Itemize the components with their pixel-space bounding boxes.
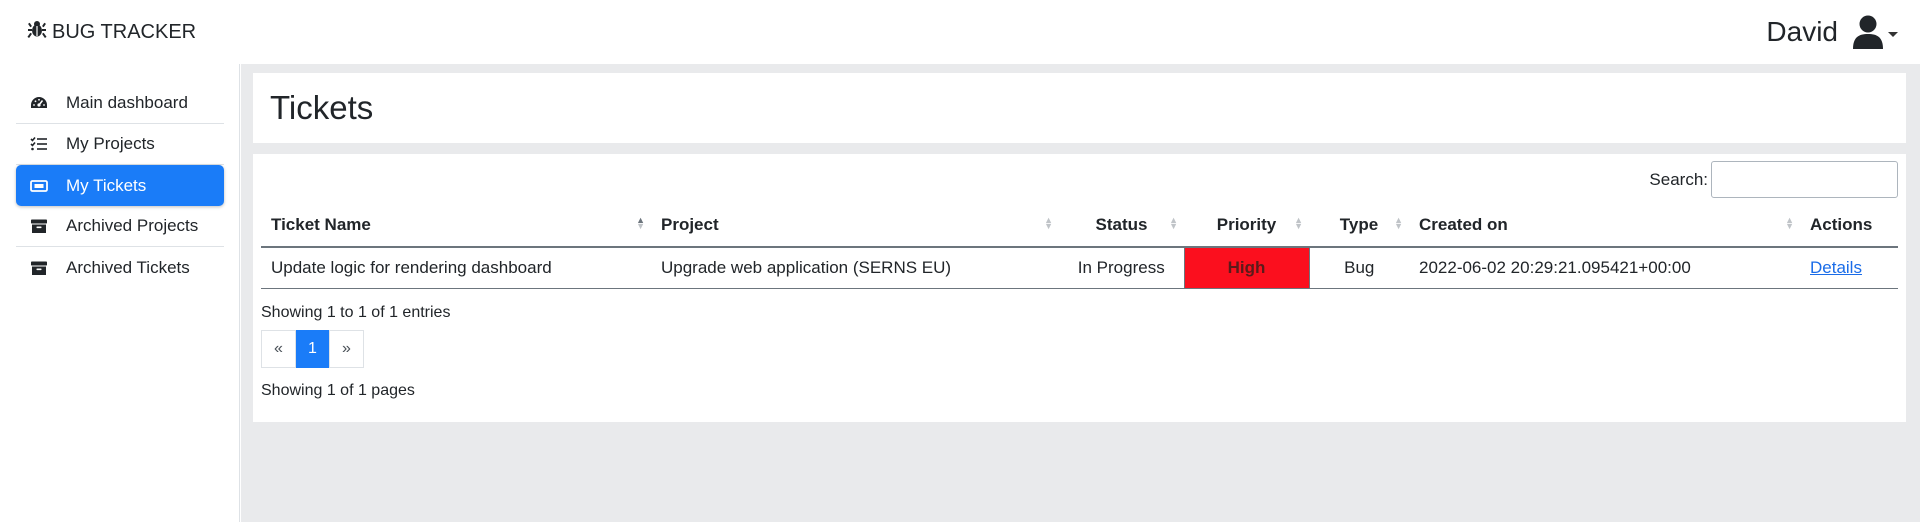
column-header-project[interactable]: Project ▲ ▼ (651, 203, 1059, 248)
main-content: Tickets Search: Ticket Name ▲ ▼ Project ▲… (241, 64, 1920, 522)
sidebar-item-my-tickets[interactable]: My Tickets (16, 165, 224, 206)
brand[interactable]: BUG TRACKER (27, 19, 196, 45)
tickets-table: Ticket Name ▲ ▼ Project ▲ ▼ Status ▲ ▼ Prio… (261, 203, 1898, 289)
sidebar-item-main-dashboard[interactable]: Main dashboard (16, 83, 224, 124)
details-link[interactable]: Details (1810, 258, 1862, 277)
user-icon[interactable] (1852, 15, 1884, 49)
search-input[interactable] (1711, 161, 1898, 198)
search-label: Search: (1649, 169, 1708, 189)
sidebar-item-label: Archived Tickets (66, 257, 190, 277)
archive-icon (30, 218, 48, 234)
archive-icon (30, 260, 48, 276)
sort-icon: ▲ ▼ (1169, 215, 1178, 231)
sidebar-item-archived-projects[interactable]: Archived Projects (16, 206, 224, 247)
sidebar-item-label: Main dashboard (66, 93, 188, 112)
sort-icon: ▲ ▼ (1044, 215, 1053, 231)
column-header-ticket-name[interactable]: Ticket Name ▲ ▼ (261, 203, 651, 248)
page-title: Tickets (270, 89, 374, 126)
tickets-table-card: Search: Ticket Name ▲ ▼ Project ▲ ▼ Status (253, 154, 1906, 422)
list-icon (30, 136, 48, 152)
column-header-created-on[interactable]: Created on ▲ ▼ (1409, 203, 1800, 248)
sort-icon: ▲ ▼ (636, 215, 645, 231)
project-cell: Upgrade web application (SERNS EU) (651, 247, 1059, 289)
sidebar-item-my-projects[interactable]: My Projects (16, 124, 224, 165)
brand-name: BUG TRACKER (52, 20, 197, 43)
dashboard-icon (30, 95, 48, 111)
column-header-type[interactable]: Type ▲ ▼ (1309, 203, 1409, 248)
sidebar: Main dashboard My Projects My Tickets Ar… (0, 64, 240, 522)
pagination-next[interactable]: » (329, 330, 364, 368)
chevron-down-icon[interactable] (1888, 31, 1898, 37)
sidebar-nav: Main dashboard My Projects My Tickets Ar… (16, 83, 224, 288)
user-menu[interactable]: David (1766, 15, 1898, 49)
bug-icon (27, 19, 52, 45)
entries-info: Showing 1 to 1 of 1 entries (261, 304, 451, 321)
table-row: Update logic for rendering dashboard Upg… (261, 247, 1898, 289)
search-box: Search: (1649, 161, 1898, 198)
status-cell: In Progress (1059, 247, 1184, 289)
priority-badge: High (1183, 247, 1310, 289)
created-on-cell: 2022-06-02 20:29:21.095421+00:00 (1409, 247, 1800, 289)
sort-icon: ▲ ▼ (1785, 215, 1794, 231)
sidebar-item-label: My Tickets (66, 175, 147, 195)
sidebar-item-label: Archived Projects (66, 216, 199, 235)
ticket-name-cell: Update logic for rendering dashboard (261, 247, 651, 289)
user-name: David (1766, 16, 1838, 47)
column-header-actions: Actions (1800, 203, 1898, 248)
pages-info: Showing 1 of 1 pages (261, 382, 415, 399)
ticket-icon (30, 178, 48, 194)
title-card: Tickets (253, 73, 1906, 143)
sort-icon: ▲ ▼ (1394, 215, 1403, 231)
top-navbar: BUG TRACKER David (0, 0, 1920, 64)
table-header-row: Ticket Name ▲ ▼ Project ▲ ▼ Status ▲ ▼ Prio… (261, 203, 1898, 248)
actions-cell: Details (1800, 247, 1898, 289)
column-header-status[interactable]: Status ▲ ▼ (1059, 203, 1184, 248)
pagination-prev[interactable]: « (261, 330, 296, 368)
pagination-page-1[interactable]: 1 (296, 330, 329, 368)
sidebar-item-archived-tickets[interactable]: Archived Tickets (16, 247, 224, 288)
sort-icon: ▲ ▼ (1294, 215, 1303, 231)
sidebar-item-label: My Projects (66, 134, 155, 153)
type-cell: Bug (1309, 247, 1409, 289)
column-header-priority[interactable]: Priority ▲ ▼ (1184, 203, 1309, 248)
pagination: « 1 » (261, 330, 364, 368)
